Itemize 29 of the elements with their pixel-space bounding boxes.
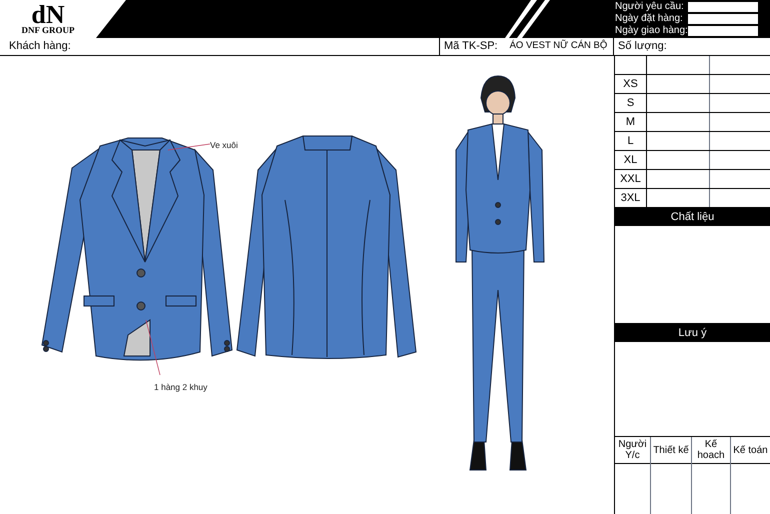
input-field[interactable] [688, 26, 758, 36]
input-field[interactable] [688, 2, 758, 12]
size-label: XL [615, 151, 647, 169]
annotation-label: 1 hàng 2 khuy [154, 382, 208, 392]
field-label: Người yêu cầu: [615, 2, 684, 12]
leader-line [168, 144, 210, 150]
input-field[interactable] [688, 14, 758, 24]
field-label: Ngày đặt hàng: [615, 14, 683, 24]
annotation-label: Ve xuôi [210, 140, 238, 150]
section-header: Lưu ý [615, 324, 770, 342]
size-label: S [615, 94, 647, 112]
logo-mark: dN [31, 4, 65, 26]
logo-text: DNF GROUP [22, 26, 74, 35]
size-label: L [615, 132, 647, 150]
quantity-label: Số lượng: [618, 39, 667, 54]
size-label: XS [615, 75, 647, 93]
field-label: Ngày giao hàng: [615, 26, 688, 36]
size-label: M [615, 113, 647, 131]
signoff-header: Người Y/c [615, 437, 650, 464]
customer-label: Khách hàng: [9, 39, 71, 54]
code-label: Mã TK-SP: [444, 39, 498, 54]
size-label: 3XL [615, 189, 647, 207]
size-label: XXL [615, 170, 647, 188]
leader-line [146, 320, 160, 376]
signoff-header: Kế toán [731, 437, 770, 464]
product-name: ÁO VEST NỮ CÁN BỘ [510, 39, 608, 54]
signoff-header: Thiết kế [651, 437, 691, 464]
section-header: Chất liệu [615, 208, 770, 226]
signoff-header: Kế hoach [692, 437, 730, 464]
